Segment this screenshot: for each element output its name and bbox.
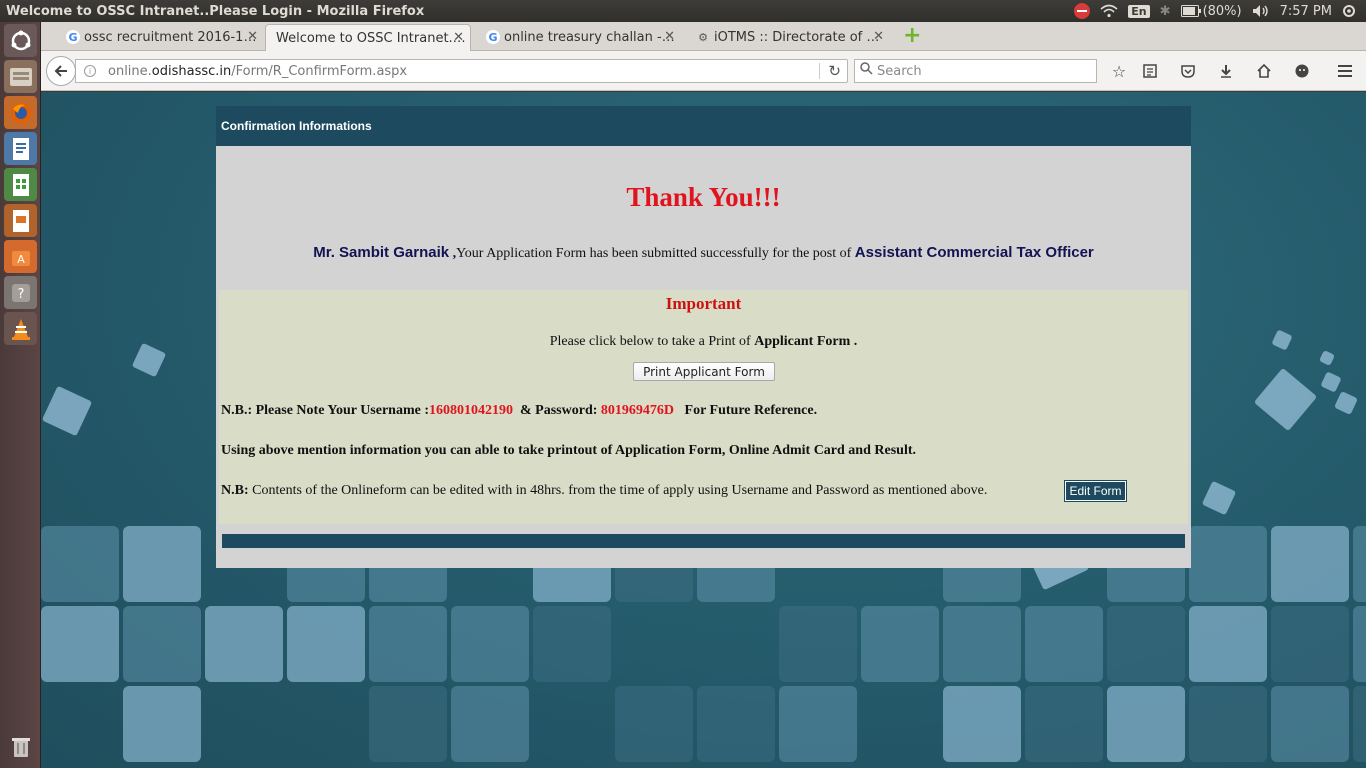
tab-strip: G ossc recruitment 2016-1… ✕ Welcome to … bbox=[41, 22, 1366, 51]
password-value: 801969476D bbox=[600, 403, 675, 418]
print-instruction: Please click below to take a Print of Ap… bbox=[549, 334, 858, 349]
print-applicant-form-button[interactable]: Print Applicant Form bbox=[633, 362, 775, 381]
reload-icon[interactable]: ↻ bbox=[828, 62, 841, 80]
svg-text:A: A bbox=[17, 253, 25, 266]
panel-header: Confirmation Informations bbox=[216, 106, 1191, 146]
edit-form-button[interactable]: Edit Form bbox=[1064, 480, 1127, 502]
new-tab-plus-icon[interactable]: + bbox=[903, 25, 921, 47]
hello-chat-icon[interactable] bbox=[1292, 61, 1312, 81]
reading-list-icon[interactable] bbox=[1140, 61, 1160, 81]
tab-iotms[interactable]: ⚙ iOTMS :: Directorate of … ✕ bbox=[690, 24, 890, 51]
page-content: Confirmation Informations Thank You!!! M… bbox=[41, 92, 1366, 768]
calc-icon[interactable] bbox=[4, 168, 37, 201]
downloads-icon[interactable] bbox=[1216, 61, 1236, 81]
svg-text:?: ? bbox=[17, 287, 24, 302]
battery-icon[interactable] bbox=[1180, 3, 1201, 19]
window-title-bar: Welcome to OSSC Intranet..Please Login -… bbox=[0, 0, 1366, 22]
bluetooth-icon[interactable]: ✱ bbox=[1160, 3, 1171, 19]
thank-you-heading: Thank You!!! bbox=[626, 182, 781, 212]
battery-percentage: (80%) bbox=[1202, 3, 1242, 19]
window-title: Welcome to OSSC Intranet..Please Login -… bbox=[6, 3, 425, 19]
gear-icon: ⚙ bbox=[698, 30, 708, 44]
tab-ossc-recruitment[interactable]: G ossc recruitment 2016-1… ✕ bbox=[60, 24, 264, 51]
navigation-toolbar: i online. odishassc.in/Form/R_ConfirmForm… bbox=[41, 51, 1366, 91]
bookmark-star-icon[interactable]: ☆ bbox=[1109, 61, 1129, 81]
panel-footer-bar bbox=[222, 534, 1185, 548]
post-name: Assistant Commercial Tax Officer bbox=[854, 244, 1094, 261]
volume-icon[interactable] bbox=[1252, 3, 1270, 19]
stop-icon[interactable] bbox=[1074, 3, 1091, 19]
software-center-icon[interactable]: A bbox=[4, 240, 37, 273]
close-tab-icon[interactable]: ✕ bbox=[873, 29, 884, 44]
close-tab-icon[interactable]: ✕ bbox=[664, 29, 675, 44]
tab-ossc-intranet[interactable]: Welcome to OSSC Intranet.… ✕ bbox=[265, 24, 471, 51]
back-button[interactable] bbox=[46, 56, 76, 86]
tab-treasury-challan[interactable]: G online treasury challan -… ✕ bbox=[480, 24, 681, 51]
site-info-icon[interactable]: i bbox=[84, 65, 96, 77]
menu-icon[interactable] bbox=[1335, 61, 1355, 81]
edit-note: N.B: Contents of the Onlineform can be e… bbox=[221, 483, 988, 498]
launcher: A ? bbox=[0, 22, 41, 768]
username-value: 160801042190 bbox=[429, 403, 514, 418]
url-host: odishassc.in bbox=[151, 63, 232, 79]
wifi-icon[interactable] bbox=[1100, 3, 1118, 19]
vlc-icon[interactable] bbox=[4, 312, 37, 345]
google-icon: G bbox=[66, 30, 80, 44]
writer-icon[interactable] bbox=[4, 132, 37, 165]
url-prefix: online. bbox=[108, 63, 152, 79]
search-placeholder: Search bbox=[877, 63, 922, 79]
impress-icon[interactable] bbox=[4, 204, 37, 237]
trash-icon[interactable] bbox=[4, 730, 37, 763]
usage-note: Using above mention information you can … bbox=[221, 443, 916, 458]
search-input[interactable]: Search bbox=[854, 59, 1097, 83]
important-title: Important bbox=[665, 294, 742, 313]
close-tab-icon[interactable]: ✕ bbox=[247, 29, 258, 44]
pocket-icon[interactable] bbox=[1178, 61, 1198, 81]
firefox-icon[interactable] bbox=[4, 96, 37, 129]
ubuntu-dash-icon[interactable] bbox=[4, 24, 37, 57]
help-icon[interactable]: ? bbox=[4, 276, 37, 309]
url-path: /Form/R_ConfirmForm.aspx bbox=[231, 63, 408, 79]
home-icon[interactable] bbox=[1254, 61, 1274, 81]
files-icon[interactable] bbox=[4, 60, 37, 93]
search-icon bbox=[860, 62, 873, 79]
system-tray: En ✱ (80%) 7:57 PM bbox=[1074, 3, 1366, 19]
keyboard-layout-indicator[interactable]: En bbox=[1128, 4, 1150, 18]
settings-gear-icon[interactable] bbox=[1342, 3, 1356, 19]
credentials-note: N.B.: Please Note Your Username :1608010… bbox=[221, 403, 818, 418]
submitted-text: Your Application Form has been submitted… bbox=[456, 246, 852, 261]
close-tab-icon[interactable]: ✕ bbox=[453, 30, 464, 45]
important-section: Important Please click below to take a P… bbox=[219, 290, 1188, 524]
applicant-name: Mr. Sambit Garnaik bbox=[313, 244, 450, 261]
clock[interactable]: 7:57 PM bbox=[1280, 4, 1332, 19]
google-icon: G bbox=[486, 30, 500, 44]
url-bar[interactable]: i online. odishassc.in/Form/R_ConfirmForm… bbox=[75, 59, 848, 83]
confirmation-panel: Confirmation Informations Thank You!!! M… bbox=[216, 106, 1191, 568]
submission-message: Mr. Sambit Garnaik ,Your Application For… bbox=[313, 244, 1094, 261]
